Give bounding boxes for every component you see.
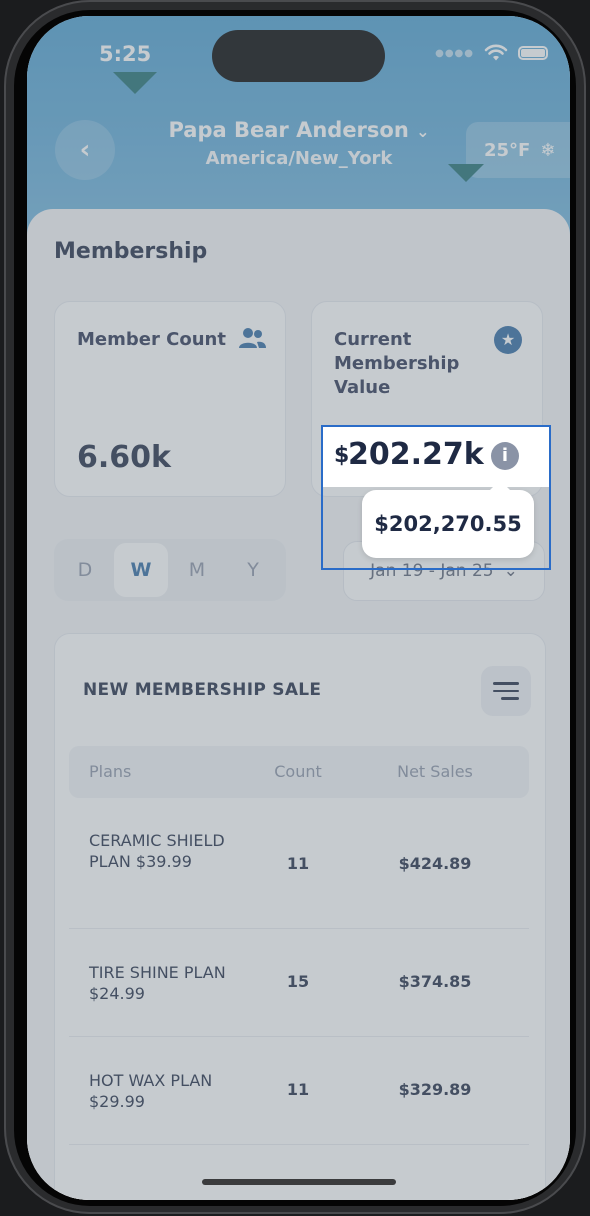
home-indicator <box>202 1179 396 1185</box>
dim-overlay[interactable] <box>27 16 570 1200</box>
app-screen: 5:25 ●●●● ‹ Papa Bear Anderson ⌄ America… <box>27 16 570 1200</box>
focus-highlight <box>321 425 551 570</box>
